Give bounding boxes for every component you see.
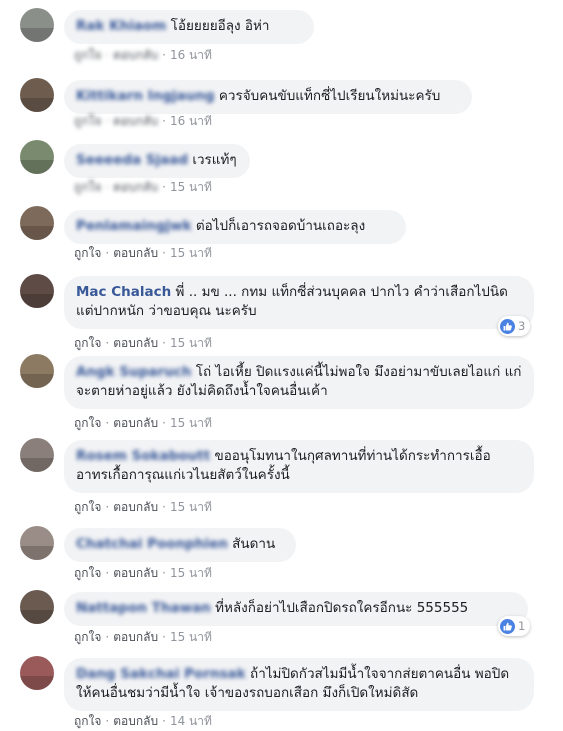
like-reaction-icon <box>500 618 515 634</box>
reply-link[interactable]: ตอบกลับ <box>113 566 158 580</box>
reaction-number: 1 <box>518 619 526 633</box>
comment-actions: ถูกใจ · ตอบกลับ · 15 นาที <box>74 500 212 514</box>
avatar[interactable] <box>20 354 54 388</box>
comment-actions: ถูกใจ · ตอบกลับ · 16 นาที <box>74 48 212 62</box>
comment-text: สันดาน <box>232 536 276 552</box>
comment-time[interactable]: 15 นาที <box>170 500 212 514</box>
comment-time[interactable]: 15 นาที <box>170 566 212 580</box>
like-link[interactable]: ถูกใจ <box>74 114 101 128</box>
comment-bubble: Kittikarn Ingjaung ควรจับคนขับแท็กซี่ไปเ… <box>64 80 472 114</box>
comment-time[interactable]: 15 นาที <box>170 180 212 194</box>
reply-link[interactable]: ตอบกลับ <box>113 246 158 260</box>
reply-link[interactable]: ตอบกลับ <box>113 416 158 430</box>
avatar[interactable] <box>20 206 54 240</box>
commenter-name[interactable]: Kittikarn Ingjaung <box>76 88 215 104</box>
avatar[interactable] <box>20 78 54 112</box>
commenter-name[interactable]: Seeeeda Sjaad <box>76 152 188 168</box>
comment-bubble: Rosem Sokaboutt ขออนุโมทนาในกุศลทานที่ท่… <box>64 440 534 493</box>
comment-actions: ถูกใจ · ตอบกลับ · 16 นาที <box>74 114 212 128</box>
comment-bubble: Angk Suparuch โถ่ ไอเหี้ย ปิดแรงแค่นี้ไม… <box>64 356 534 409</box>
comment-bubble: Dang Sakchai Pornsak ถ้าไม่ปิดกัวสไมมีน้… <box>64 658 534 711</box>
comment-time[interactable]: 16 นาที <box>170 48 212 62</box>
comment-time[interactable]: 15 นาที <box>170 416 212 430</box>
commenter-name[interactable]: Penlamaingjwk <box>76 218 192 234</box>
avatar[interactable] <box>20 8 54 42</box>
comment-bubble: Nattapon Thawan ที่หลังก็อย่าไปเสือกปิดร… <box>64 592 528 626</box>
comment-actions: ถูกใจ · ตอบกลับ · 15 นาที <box>74 180 212 194</box>
reaction-count[interactable]: 3 <box>498 316 531 336</box>
like-link[interactable]: ถูกใจ <box>74 630 101 644</box>
like-link[interactable]: ถูกใจ <box>74 336 101 350</box>
comment-text: โอ้ยยยยอีลุง อิห่า <box>170 18 270 34</box>
avatar[interactable] <box>20 274 54 308</box>
comment-time[interactable]: 15 นาที <box>170 246 212 260</box>
reply-link[interactable]: ตอบกลับ <box>113 714 158 728</box>
reply-link[interactable]: ตอบกลับ <box>113 500 158 514</box>
commenter-name[interactable]: Rosem Sokaboutt <box>76 448 210 464</box>
comment-actions: ถูกใจ · ตอบกลับ · 15 นาที <box>74 630 212 644</box>
avatar[interactable] <box>20 526 54 560</box>
like-link[interactable]: ถูกใจ <box>74 246 101 260</box>
comment-bubble: Rak Khiaom โอ้ยยยยอีลุง อิห่า <box>64 10 314 44</box>
avatar[interactable] <box>20 140 54 174</box>
comment-text: ที่หลังก็อย่าไปเสือกปิดรถใครอีกนะ 555555 <box>215 600 469 616</box>
commenter-name[interactable]: Mac Chalach <box>76 284 171 300</box>
commenter-name[interactable]: Nattapon Thawan <box>76 600 211 616</box>
commenter-name[interactable]: Rak Khiaom <box>76 18 166 34</box>
comment-text: เวรแท้ๆ <box>192 152 237 168</box>
reply-link[interactable]: ตอบกลับ <box>113 114 158 128</box>
commenter-name[interactable]: Chatchai Poonphien <box>76 536 228 552</box>
like-link[interactable]: ถูกใจ <box>74 180 101 194</box>
reaction-number: 3 <box>518 319 526 333</box>
comment-actions: ถูกใจ · ตอบกลับ · 15 นาที <box>74 566 212 580</box>
reply-link[interactable]: ตอบกลับ <box>113 336 158 350</box>
comment-time[interactable]: 15 นาที <box>170 336 212 350</box>
like-link[interactable]: ถูกใจ <box>74 416 101 430</box>
comment-bubble: Penlamaingjwk ต่อไปก็เอารถจอดบ้านเถอะลุง <box>64 210 406 244</box>
comment-time[interactable]: 14 นาที <box>170 714 212 728</box>
comment-bubble: Mac Chalach พี่ .. มข ... กทม แท็กซี่ส่ว… <box>64 276 534 329</box>
comment-text: ควรจับคนขับแท็กซี่ไปเรียนใหม่นะครับ <box>218 88 441 104</box>
commenter-name[interactable]: Angk Suparuch <box>76 364 191 380</box>
reaction-count[interactable]: 1 <box>498 616 531 636</box>
comment-time[interactable]: 15 นาที <box>170 630 212 644</box>
comment-actions: ถูกใจ · ตอบกลับ · 15 นาที <box>74 336 212 350</box>
commenter-name[interactable]: Dang Sakchai Pornsak <box>76 666 246 682</box>
comment-text: ต่อไปก็เอารถจอดบ้านเถอะลุง <box>195 218 366 234</box>
avatar[interactable] <box>20 438 54 472</box>
comment-bubble: Chatchai Poonphien สันดาน <box>64 528 296 562</box>
reply-link[interactable]: ตอบกลับ <box>113 48 158 62</box>
comment-time[interactable]: 16 นาที <box>170 114 212 128</box>
comment-bubble: Seeeeda Sjaad เวรแท้ๆ <box>64 144 250 178</box>
reply-link[interactable]: ตอบกลับ <box>113 180 158 194</box>
avatar[interactable] <box>20 656 54 690</box>
like-link[interactable]: ถูกใจ <box>74 566 101 580</box>
like-link[interactable]: ถูกใจ <box>74 714 101 728</box>
comment-actions: ถูกใจ · ตอบกลับ · 15 นาที <box>74 246 212 260</box>
comment-actions: ถูกใจ · ตอบกลับ · 14 นาที <box>74 714 212 728</box>
comment-actions: ถูกใจ · ตอบกลับ · 15 นาที <box>74 416 212 430</box>
like-link[interactable]: ถูกใจ <box>74 500 101 514</box>
avatar[interactable] <box>20 590 54 624</box>
like-link[interactable]: ถูกใจ <box>74 48 101 62</box>
reply-link[interactable]: ตอบกลับ <box>113 630 158 644</box>
like-reaction-icon <box>500 318 515 334</box>
